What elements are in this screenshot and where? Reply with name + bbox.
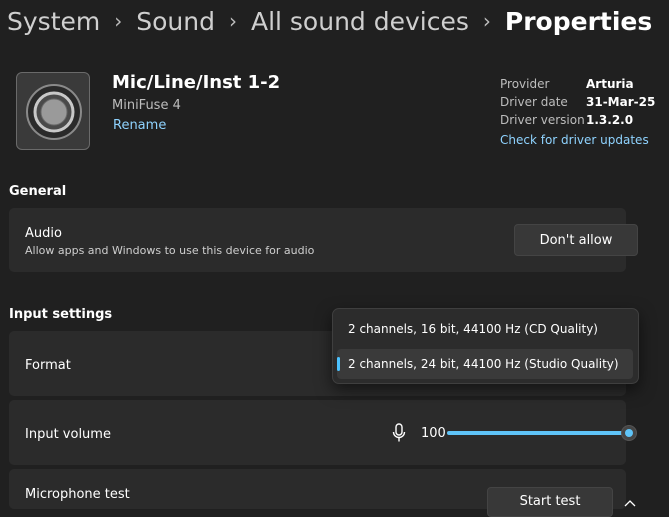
chevron-right-icon: ›	[228, 9, 237, 33]
audio-description: Allow apps and Windows to use this devic…	[25, 244, 315, 257]
audio-title: Audio	[25, 226, 62, 241]
start-test-button[interactable]: Start test	[487, 487, 613, 517]
breadcrumb-all-sound-devices[interactable]: All sound devices	[251, 7, 469, 36]
breadcrumb-sound[interactable]: Sound	[136, 7, 215, 36]
input-volume-label: Input volume	[25, 427, 111, 442]
check-driver-updates-link[interactable]: Check for driver updates	[500, 133, 649, 147]
input-volume-value: 100	[421, 426, 446, 441]
format-dropdown-menu: 2 channels, 16 bit, 44100 Hz (CD Quality…	[332, 308, 639, 384]
format-option-cd-quality[interactable]: 2 channels, 16 bit, 44100 Hz (CD Quality…	[337, 314, 633, 344]
driver-version-value: 1.3.2.0	[586, 113, 634, 127]
driver-date-label: Driver date	[500, 95, 568, 109]
input-settings-heading: Input settings	[9, 307, 113, 322]
audio-card: Audio Allow apps and Windows to use this…	[9, 208, 638, 272]
rename-link[interactable]: Rename	[113, 118, 166, 133]
driver-date-value: 31-Mar-25	[586, 95, 656, 109]
format-option-label: 2 channels, 24 bit, 44100 Hz (Studio Qua…	[348, 357, 619, 371]
general-heading: General	[9, 184, 67, 199]
page-title: Properties	[504, 6, 653, 36]
chevron-up-icon[interactable]	[624, 492, 636, 511]
speaker-icon	[16, 72, 90, 150]
driver-version-label: Driver version	[500, 113, 585, 127]
format-option-studio-quality[interactable]: 2 channels, 24 bit, 44100 Hz (Studio Qua…	[337, 349, 633, 379]
format-label: Format	[25, 358, 71, 373]
chevron-right-icon: ›	[114, 9, 123, 33]
device-subtitle: MiniFuse 4	[112, 98, 181, 113]
input-volume-slider[interactable]	[447, 431, 629, 435]
device-name: Mic/Line/Inst 1-2	[112, 72, 281, 93]
provider-value: Arturia	[586, 77, 634, 91]
provider-label: Provider	[500, 77, 550, 91]
dont-allow-button[interactable]: Don't allow	[514, 224, 638, 256]
breadcrumb-system[interactable]: System	[7, 7, 100, 36]
microphone-icon	[391, 423, 407, 447]
input-volume-slider-thumb[interactable]	[621, 425, 637, 441]
breadcrumb: System › Sound › All sound devices › Pro…	[7, 0, 652, 42]
chevron-right-icon: ›	[482, 9, 491, 33]
selected-indicator	[337, 357, 340, 371]
